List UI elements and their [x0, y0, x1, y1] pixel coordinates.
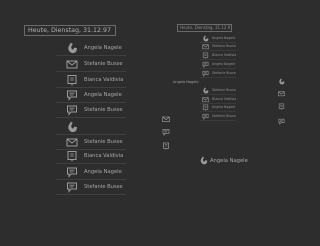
list-item[interactable]: Angela Nagele: [0, 42, 130, 56]
divider: [200, 59, 236, 60]
mail-icon: [202, 96, 209, 103]
chat-icon: [66, 104, 78, 116]
list-item-label: Bianca Valdivia: [84, 77, 124, 83]
mail-icon[interactable]: [278, 90, 285, 97]
date-field-small[interactable]: Heute, Dienstag, 31.12.97: [177, 24, 232, 32]
bottom-contact-label: Angela Nagele: [210, 158, 248, 164]
list-item-label: Bianca Valdivia: [84, 153, 124, 159]
divider: [56, 71, 126, 72]
phone-icon: [66, 121, 78, 133]
phone-icon: [66, 42, 78, 54]
list-item[interactable]: Stefanie Busse: [200, 87, 240, 95]
divider: [200, 77, 236, 78]
divider: [56, 117, 126, 118]
mail-icon[interactable]: [162, 115, 170, 123]
note-icon[interactable]: [162, 142, 170, 150]
list-item[interactable]: Bianca Valdivia: [0, 150, 130, 164]
list-item-label: Angela Nagele: [84, 45, 122, 51]
chat-icon[interactable]: [162, 128, 170, 136]
list-item[interactable]: Stefanie Busse: [200, 70, 240, 78]
divider: [56, 55, 126, 56]
mail-icon: [66, 136, 78, 148]
phone-icon: [202, 35, 209, 42]
mail-icon: [66, 58, 78, 70]
list-item[interactable]: Stefanie Busse: [0, 181, 130, 195]
list-item[interactable]: Angela Nagele: [200, 61, 240, 69]
divider: [200, 50, 236, 51]
divider: [200, 120, 236, 121]
divider: [56, 134, 126, 135]
list-item-label: Angela Nagele: [212, 62, 236, 66]
list-item[interactable]: Angela Nagele: [200, 104, 240, 112]
phone-icon[interactable]: [278, 78, 285, 85]
list-item-label: Stefanie Busse: [212, 114, 236, 118]
side-contact-label: Angela Nagele: [173, 80, 199, 84]
divider: [56, 102, 126, 103]
list-item-label: Stefanie Busse: [84, 139, 123, 145]
list-item-label: Stefanie Busse: [212, 88, 236, 92]
divider: [200, 111, 236, 112]
list-item-label: Angela Nagele: [84, 92, 122, 98]
chat-icon: [66, 89, 78, 101]
list-item[interactable]: Stefanie Busse: [0, 58, 130, 72]
divider: [56, 163, 126, 164]
list-item-label: Stefanie Busse: [84, 61, 123, 67]
note-icon: [66, 74, 78, 86]
chat-icon: [202, 61, 209, 68]
list-item[interactable]: Stefanie Busse: [0, 136, 130, 150]
list-item[interactable]: Stefanie Busse: [200, 113, 240, 121]
list-item-label: Stefanie Busse: [84, 107, 123, 113]
divider: [56, 194, 126, 195]
date-field[interactable]: Heute, Dienstag, 31.12.97: [24, 25, 116, 36]
divider: [56, 179, 126, 180]
list-item-label: Angela Nagele: [84, 169, 122, 175]
list-item[interactable]: [0, 121, 130, 135]
list-item[interactable]: Angela Nagele: [200, 35, 240, 43]
list-item-label: Angela Nagele: [212, 105, 236, 109]
list-item[interactable]: Stefanie Busse: [0, 104, 130, 118]
divider: [200, 68, 236, 69]
list-item-label: Angela Nagele: [212, 36, 236, 40]
chat-icon: [202, 70, 209, 77]
mail-icon: [202, 43, 209, 50]
list-item-label: Bianca Valdivia: [212, 53, 237, 57]
list-item[interactable]: Bianca Valdivia: [0, 74, 130, 88]
divider: [200, 94, 236, 95]
list-item[interactable]: Stefanie Busse: [200, 43, 240, 51]
list-item-label: Stefanie Busse: [212, 71, 236, 75]
list-item-label: Bianca Valdivia: [212, 97, 237, 101]
note-icon: [202, 52, 209, 59]
list-item-label: Stefanie Busse: [84, 184, 123, 190]
chat-icon[interactable]: [278, 118, 285, 125]
list-item[interactable]: Bianca Valdivia: [200, 52, 240, 60]
list-item[interactable]: Angela Nagele: [0, 89, 130, 103]
list-item-label: Stefanie Busse: [212, 44, 236, 48]
list-item[interactable]: Bianca Valdivia: [200, 96, 240, 104]
chat-icon: [202, 113, 209, 120]
chat-icon: [66, 181, 78, 193]
phone-icon[interactable]: [199, 156, 208, 165]
note-icon: [66, 150, 78, 162]
note-icon: [202, 104, 209, 111]
divider: [56, 87, 126, 88]
phone-icon: [202, 87, 209, 94]
note-icon[interactable]: [278, 103, 285, 110]
chat-icon: [66, 166, 78, 178]
list-item[interactable]: Angela Nagele: [0, 166, 130, 180]
